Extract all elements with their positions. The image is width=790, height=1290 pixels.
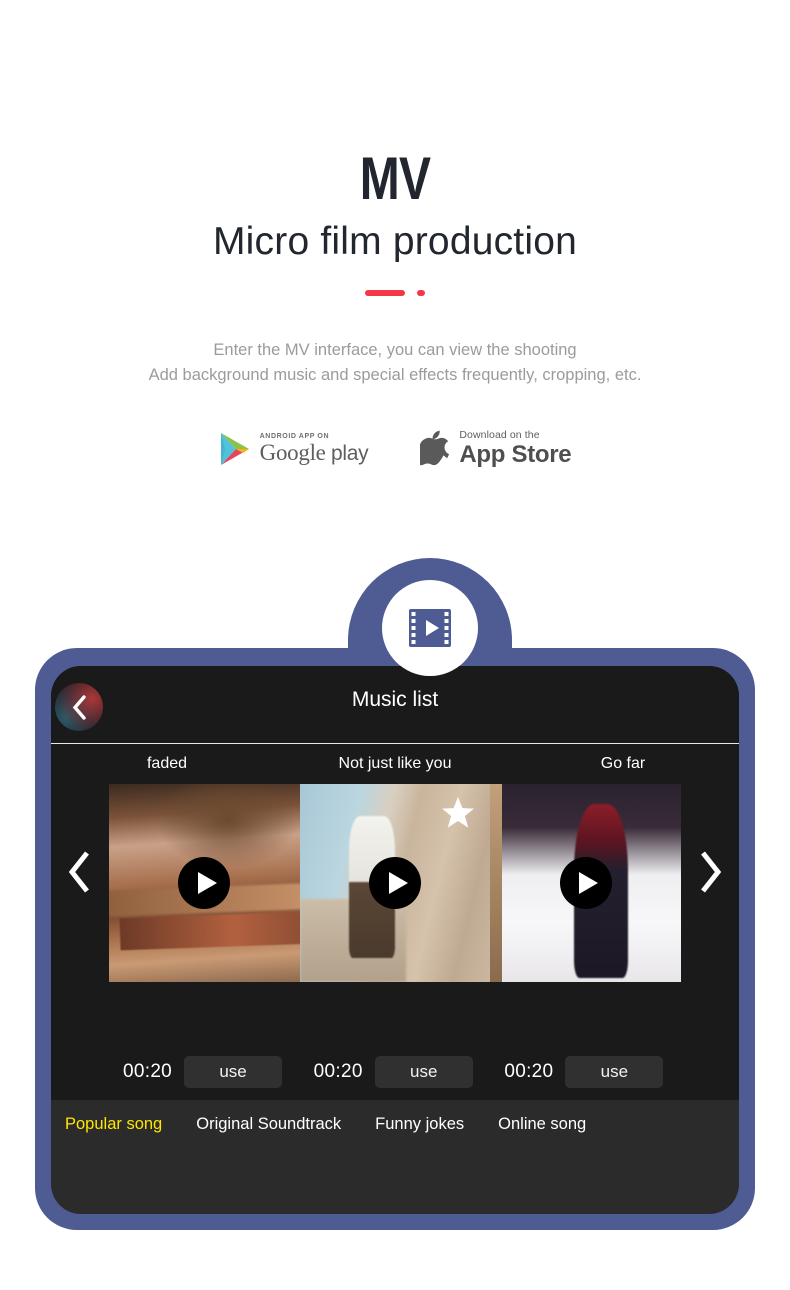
star-icon [442,796,475,828]
hero-description: Enter the MV interface, you can view the… [0,338,790,388]
marketing-page: MV Micro film production Enter the MV in… [0,0,790,1290]
google-play-small-label: ANDROID APP ON [259,433,330,440]
app-store-small-label: Download on the [459,429,540,442]
app-store-big-label: App Store [459,440,572,468]
song-title: Go far [600,755,646,772]
hero-description-line-2: Add background music and special effects… [148,366,642,384]
google-play-badge[interactable]: ANDROID APP ON Google play [219,431,369,467]
store-badges: ANDROID APP ON Google play Download on t… [0,430,790,467]
page-title: MV [359,145,431,212]
tab-online-song[interactable]: Online song [498,1115,586,1134]
music-carousel: faded Not just like you Go far [51,744,739,1044]
thumbnail-row [51,784,739,982]
song-title-row: faded Not just like you Go far [51,744,739,784]
divider-dash [365,290,405,296]
app-store-badge[interactable]: Download on the App Store [420,430,572,467]
play-icon [579,872,599,894]
use-button[interactable]: use [374,1056,473,1088]
category-tab-bar: Popular song Original Soundtrack Funny j… [51,1100,739,1148]
song-meta-row: 00:20 use 00:20 use 00:20 use [51,1044,739,1100]
page-subtitle: Micro film production [213,220,577,263]
accent-divider [365,290,425,296]
app-header: Music list [51,666,739,744]
use-button[interactable]: use [565,1056,664,1088]
chevron-left-icon [68,851,89,893]
phone-frame: Music list faded Not just like you Go fa… [35,648,755,1230]
song-thumbnail[interactable] [490,784,682,982]
play-icon [388,872,408,894]
tab-funny-jokes[interactable]: Funny jokes [375,1115,464,1134]
song-duration: 00:20 [313,1061,363,1082]
google-play-big-label: Google play [259,440,369,465]
song-meta-cell: 00:20 use [109,1056,300,1088]
play-button[interactable] [559,857,612,909]
chevron-right-icon [701,851,722,893]
phone-mockup: Music list faded Not just like you Go fa… [35,558,755,1230]
play-button[interactable] [369,857,421,909]
song-meta-cell: 00:20 use [300,1056,491,1088]
song-thumbnail[interactable] [109,784,300,982]
song-title: Not just like you [338,755,452,772]
tab-original-soundtrack[interactable]: Original Soundtrack [196,1115,341,1134]
song-thumbnail[interactable] [299,784,491,982]
song-title: faded [146,755,188,772]
carousel-prev-button[interactable] [51,818,109,926]
app-store-label: Download on the App Store [459,430,571,467]
app-header-title: Music list [351,688,439,711]
google-play-triangle-icon [220,432,249,465]
play-button[interactable] [178,857,231,909]
app-icon-badge [382,580,478,676]
divider-dot [417,290,425,296]
tab-popular-song[interactable]: Popular song [65,1115,162,1134]
google-play-label: ANDROID APP ON Google play [260,433,369,464]
phone-screen: Music list faded Not just like you Go fa… [51,666,739,1214]
use-button[interactable]: use [184,1056,283,1088]
song-duration: 00:20 [123,1061,173,1082]
film-strip-play-icon [409,609,451,647]
apple-logo-icon [420,430,450,466]
song-duration: 00:20 [504,1061,554,1082]
hero-section: MV Micro film production Enter the MV in… [0,0,790,467]
hero-description-line-1: Enter the MV interface, you can view the… [213,341,577,359]
carousel-next-button[interactable] [681,818,739,926]
play-icon [197,872,217,894]
song-meta-cell: 00:20 use [490,1056,681,1088]
